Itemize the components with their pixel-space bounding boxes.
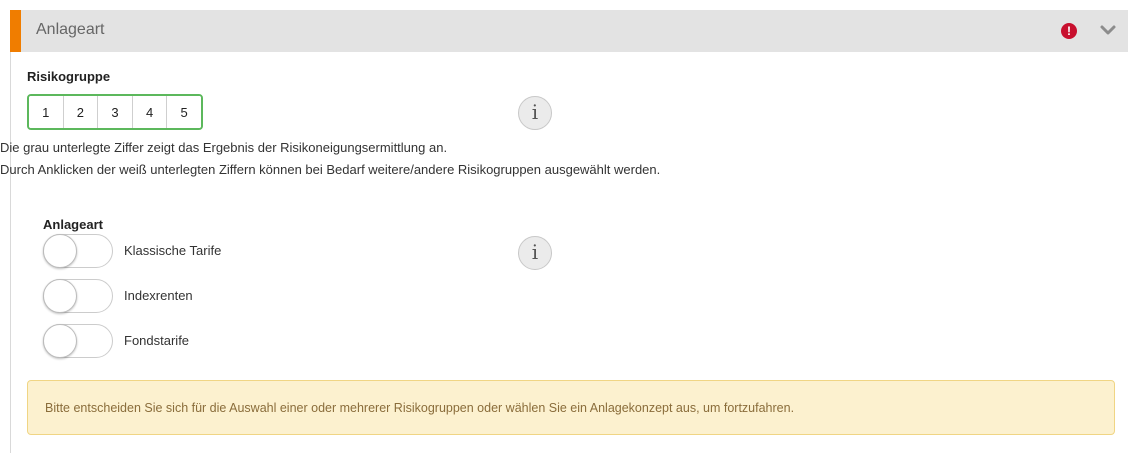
panel-accent-bar xyxy=(10,10,21,52)
info-icon[interactable]: i xyxy=(518,96,552,130)
toggle-label-klassische-tarife: Klassische Tarife xyxy=(124,243,222,258)
risk-option-5[interactable]: 5 xyxy=(167,96,201,128)
risk-help-text-1: Die grau unterlegte Ziffer zeigt das Erg… xyxy=(0,140,448,155)
anlageart-label: Anlageart xyxy=(43,217,103,232)
exclamation-circle-icon: ! xyxy=(1061,23,1077,39)
toggle-label-indexrenten: Indexrenten xyxy=(124,288,193,303)
toggle-indexrenten[interactable] xyxy=(43,279,113,313)
toggle-label-fondstarife: Fondstarife xyxy=(124,333,190,348)
warning-text: Bitte entscheiden Sie sich für die Auswa… xyxy=(45,401,795,415)
risk-option-2[interactable]: 2 xyxy=(63,96,99,128)
risk-option-4[interactable]: 4 xyxy=(132,96,168,128)
risk-option-3[interactable]: 3 xyxy=(98,96,133,128)
panel-header[interactable]: Anlageart ! xyxy=(10,10,1128,52)
toggle-knob xyxy=(43,279,77,313)
panel-left-border xyxy=(10,52,11,453)
chevron-down-icon[interactable] xyxy=(1098,22,1118,40)
warning-alert: Bitte entscheiden Sie sich für die Auswa… xyxy=(27,380,1115,435)
risk-group-selector: 1 2 3 4 5 xyxy=(27,94,203,130)
risk-group-label: Risikogruppe xyxy=(27,69,111,84)
risk-option-1[interactable]: 1 xyxy=(29,96,64,128)
toggle-klassische-tarife[interactable] xyxy=(43,234,113,268)
toggle-knob xyxy=(43,234,77,268)
toggle-fondstarife[interactable] xyxy=(43,324,113,358)
risk-help-text-2: Durch Anklicken der weiß unterlegten Zif… xyxy=(0,162,661,177)
panel-title: Anlageart xyxy=(36,21,105,38)
info-icon[interactable]: i xyxy=(518,236,552,270)
toggle-knob xyxy=(43,324,77,358)
